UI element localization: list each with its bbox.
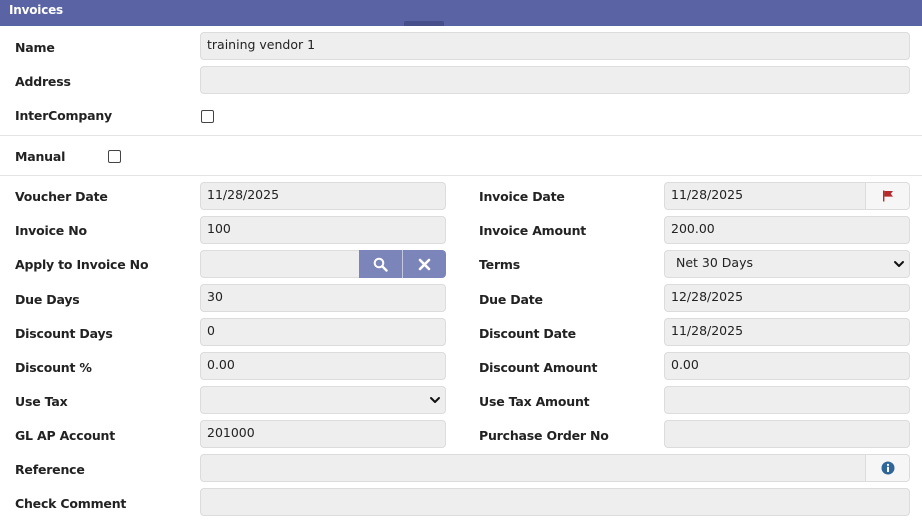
intercompany-label: InterCompany xyxy=(15,108,112,123)
invoice-no-field[interactable]: 100 xyxy=(200,216,446,244)
voucher-date-label: Voucher Date xyxy=(15,189,108,204)
header-bar: Invoices xyxy=(0,0,922,26)
apply-to-invoice-label: Apply to Invoice No xyxy=(15,257,149,272)
chevron-down-icon xyxy=(430,397,440,403)
info-icon xyxy=(881,461,894,475)
flag-icon xyxy=(882,190,893,202)
gl-ap-account-label: GL AP Account xyxy=(15,428,116,443)
divider xyxy=(0,135,922,136)
invoice-date-field[interactable]: 11/28/2025 xyxy=(664,182,910,210)
clear-button[interactable] xyxy=(403,250,446,278)
flag-button[interactable] xyxy=(865,183,909,209)
discount-date-field[interactable]: 11/28/2025 xyxy=(664,318,910,346)
voucher-date-field[interactable]: 11/28/2025 xyxy=(200,182,446,210)
use-tax-amount-field[interactable] xyxy=(664,386,910,414)
name-label: Name xyxy=(15,40,55,55)
close-icon xyxy=(418,258,431,270)
header-tab-marker xyxy=(404,21,444,26)
due-days-field[interactable]: 30 xyxy=(200,284,446,312)
check-comment-label: Check Comment xyxy=(15,496,127,511)
invoice-date-value: 11/28/2025 xyxy=(671,187,744,202)
terms-select[interactable]: Net 30 Days xyxy=(664,250,910,278)
due-date-label: Due Date xyxy=(479,292,543,307)
invoice-amount-label: Invoice Amount xyxy=(479,223,587,238)
check-comment-field[interactable] xyxy=(200,488,910,516)
search-button[interactable] xyxy=(359,250,402,278)
name-field[interactable]: training vendor 1 xyxy=(200,32,910,60)
discount-pct-label: Discount % xyxy=(15,360,92,375)
intercompany-checkbox[interactable] xyxy=(201,110,214,123)
invoice-no-label: Invoice No xyxy=(15,223,87,238)
manual-label: Manual xyxy=(15,149,66,164)
purchase-order-field[interactable] xyxy=(664,420,910,448)
discount-amount-label: Discount Amount xyxy=(479,360,598,375)
page-title: Invoices xyxy=(9,3,63,17)
reference-field[interactable] xyxy=(200,454,910,482)
apply-to-invoice-field[interactable] xyxy=(200,250,364,278)
search-icon xyxy=(373,257,388,272)
discount-amount-field[interactable]: 0.00 xyxy=(664,352,910,380)
due-days-label: Due Days xyxy=(15,292,80,307)
manual-checkbox[interactable] xyxy=(108,150,121,163)
info-button[interactable] xyxy=(865,455,909,481)
gl-ap-account-field[interactable]: 201000 xyxy=(200,420,446,448)
invoice-date-label: Invoice Date xyxy=(479,189,565,204)
purchase-order-label: Purchase Order No xyxy=(479,428,609,443)
address-label: Address xyxy=(15,74,71,89)
invoice-amount-field[interactable]: 200.00 xyxy=(664,216,910,244)
apply-invoice-button-group xyxy=(359,250,446,278)
use-tax-label: Use Tax xyxy=(15,394,68,409)
chevron-down-icon xyxy=(894,261,904,267)
discount-date-label: Discount Date xyxy=(479,326,576,341)
due-date-field[interactable]: 12/28/2025 xyxy=(664,284,910,312)
discount-days-label: Discount Days xyxy=(15,326,113,341)
use-tax-amount-label: Use Tax Amount xyxy=(479,394,590,409)
terms-value: Net 30 Days xyxy=(676,255,753,270)
divider xyxy=(0,175,922,176)
reference-label: Reference xyxy=(15,462,85,477)
terms-label: Terms xyxy=(479,257,520,272)
use-tax-select[interactable] xyxy=(200,386,446,414)
address-field[interactable] xyxy=(200,66,910,94)
discount-days-field[interactable]: 0 xyxy=(200,318,446,346)
discount-pct-field[interactable]: 0.00 xyxy=(200,352,446,380)
